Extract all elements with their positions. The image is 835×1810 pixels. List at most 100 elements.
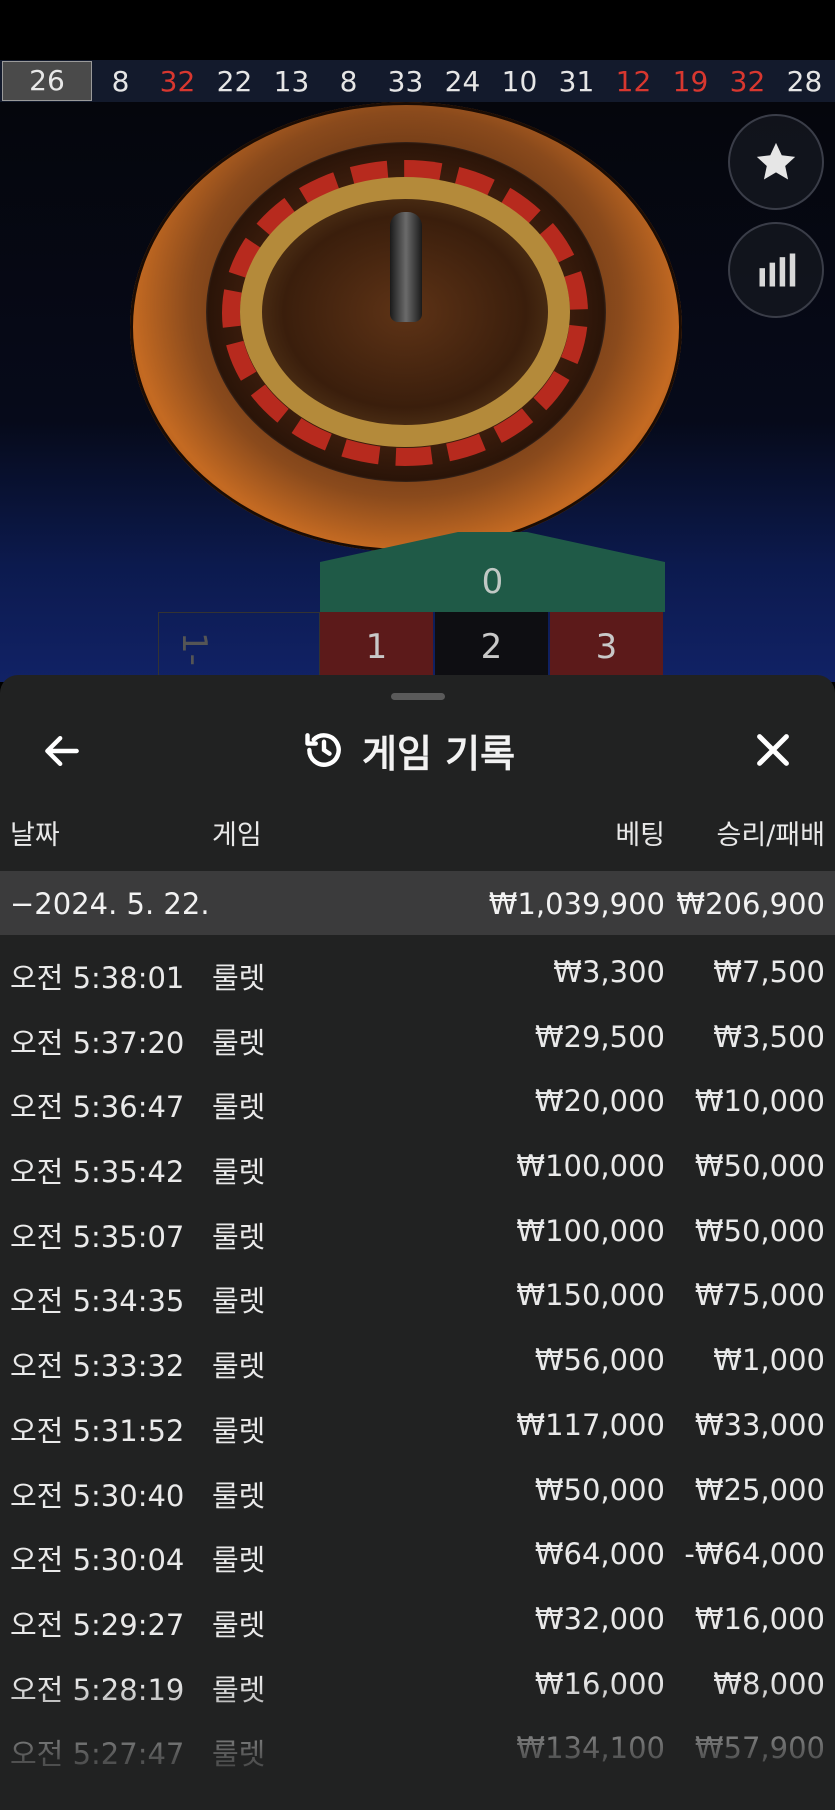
history-row[interactable]: 오전 5:35:42 룰렛 ₩100,000 ₩50,000: [0, 1129, 835, 1194]
favorite-button[interactable]: [728, 114, 824, 210]
row-result: ₩3,500: [713, 1019, 825, 1054]
history-row[interactable]: 오전 5:30:40 룰렛 ₩50,000 ₩25,000: [0, 1453, 835, 1518]
history-result: 24: [444, 64, 481, 98]
row-game: 룰렛: [212, 1284, 266, 1319]
row-result: -₩64,000: [684, 1537, 825, 1572]
top-bar: [0, 0, 835, 60]
history-row[interactable]: 오전 5:38:01 룰렛 ₩3,300 ₩7,500: [0, 935, 835, 1000]
history-row[interactable]: 오전 5:29:27 룰렛 ₩32,000 ₩16,000: [0, 1582, 835, 1647]
row-time: 오전 5:35:07: [10, 1219, 185, 1254]
history-row[interactable]: 오전 5:35:07 룰렛 ₩100,000 ₩50,000: [0, 1194, 835, 1259]
sheet-header: 게임 기록: [0, 713, 835, 787]
date-group-row[interactable]: −2024. 5. 22. ₩1,039,900 ₩206,900: [0, 871, 835, 935]
row-game: 룰렛: [212, 1219, 266, 1254]
row-result: ₩25,000: [694, 1472, 825, 1507]
row-result: ₩10,000: [694, 1084, 825, 1119]
row-result: ₩50,000: [694, 1149, 825, 1184]
row-time: 오전 5:29:27: [10, 1607, 185, 1642]
history-row[interactable]: 오전 5:27:47 룰렛 ₩134,100 ₩57,900: [0, 1711, 835, 1776]
roulette-wheel: [130, 102, 682, 552]
close-button[interactable]: [750, 727, 796, 773]
history-icon: [305, 733, 341, 767]
row-result: ₩7,500: [713, 955, 825, 989]
sheet-title: 게임 기록: [302, 723, 515, 777]
row-bet: ₩20,000: [534, 1084, 665, 1119]
close-icon: [757, 734, 789, 766]
row-bet: ₩3,300: [553, 955, 665, 989]
row-bet: ₩29,500: [534, 1019, 665, 1054]
history-result: 19: [672, 64, 709, 98]
bet-zero-label: 0: [481, 562, 504, 602]
row-game: 룰렛: [212, 1607, 266, 1642]
back-button[interactable]: [40, 729, 84, 773]
row-game: 룰렛: [212, 1349, 266, 1384]
bet-number-2[interactable]: 2: [435, 612, 548, 682]
row-bet: ₩100,000: [516, 1149, 665, 1184]
row-game: 룰렛: [212, 1672, 266, 1707]
bet-number-3[interactable]: 3: [550, 612, 663, 682]
history-result: 26: [2, 61, 92, 101]
column-header-game: 게임: [212, 820, 262, 851]
history-result: 8: [339, 64, 358, 98]
bet-number-label: 2: [480, 627, 503, 667]
sheet-title-text: 게임 기록: [362, 731, 516, 776]
row-time: 오전 5:30:40: [10, 1478, 185, 1513]
date-group-result: ₩206,900: [676, 887, 825, 921]
history-row[interactable]: 오전 5:31:52 룰렛 ₩117,000 ₩33,000: [0, 1388, 835, 1453]
history-row[interactable]: 오전 5:28:19 룰렛 ₩16,000 ₩8,000: [0, 1647, 835, 1712]
history-row[interactable]: 오전 5:37:20 룰렛 ₩29,500 ₩3,500: [0, 1000, 835, 1065]
row-bet: ₩150,000: [516, 1278, 665, 1313]
history-row[interactable]: 오전 5:36:47 룰렛 ₩20,000 ₩10,000: [0, 1064, 835, 1129]
row-time: 오전 5:36:47: [10, 1090, 185, 1125]
history-row[interactable]: 오전 5:34:35 룰렛 ₩150,000 ₩75,000: [0, 1258, 835, 1323]
history-result: 10: [501, 64, 538, 98]
star-icon: [756, 142, 796, 180]
row-result: ₩33,000: [694, 1407, 825, 1442]
row-time: 오전 5:31:52: [10, 1413, 185, 1448]
game-history-sheet: 게임 기록 날짜 게임 베팅 승리/패배 −2024. 5. 22. ₩1,03…: [0, 675, 835, 1810]
row-game: 룰렛: [212, 1543, 266, 1578]
column-header-bet: 베팅: [615, 820, 665, 851]
row-result: ₩57,900: [694, 1731, 825, 1766]
history-result: 28: [786, 64, 823, 98]
bet-number-1[interactable]: 1: [320, 612, 433, 682]
date-group-bet: ₩1,039,900: [488, 887, 665, 921]
history-row[interactable]: 오전 5:33:32 룰렛 ₩56,000 ₩1,000: [0, 1323, 835, 1388]
history-result: 33: [387, 64, 424, 98]
outside-bets[interactable]: 1-: [158, 612, 320, 682]
row-bet: ₩117,000: [516, 1407, 665, 1442]
row-game: 룰렛: [212, 1737, 266, 1772]
row-game: 룰렛: [212, 1090, 266, 1125]
bet-number-label: 1: [365, 627, 388, 667]
row-time: 오전 5:38:01: [10, 961, 185, 995]
row-game: 룰렛: [212, 1155, 266, 1190]
column-header-result: 승리/패배: [716, 820, 825, 851]
arrow-left-icon: [45, 735, 79, 767]
row-bet: ₩134,100: [516, 1731, 665, 1766]
row-time: 오전 5:28:19: [10, 1672, 185, 1707]
history-result: 8: [111, 64, 130, 98]
row-game: 룰렛: [212, 1413, 266, 1448]
date-group-label: −2024. 5. 22.: [10, 887, 210, 921]
row-result: ₩50,000: [694, 1213, 825, 1248]
row-result: ₩75,000: [694, 1278, 825, 1313]
bar-chart-icon: [759, 253, 796, 287]
statistics-button[interactable]: [728, 222, 824, 318]
result-history-strip: 26 8 32 22 13 8 33 24 10 31 12 19 32 28: [0, 60, 835, 102]
row-bet: ₩50,000: [534, 1472, 665, 1507]
history-row[interactable]: 오전 5:30:04 룰렛 ₩64,000 -₩64,000: [0, 1517, 835, 1582]
history-result: 13: [273, 64, 310, 98]
row-result: ₩8,000: [713, 1666, 825, 1701]
row-game: 룰렛: [212, 1025, 266, 1060]
row-time: 오전 5:30:04: [10, 1543, 185, 1578]
row-time: 오전 5:27:47: [10, 1737, 185, 1772]
row-game: 룰렛: [212, 961, 266, 995]
row-time: 오전 5:34:35: [10, 1284, 185, 1319]
row-time: 오전 5:35:42: [10, 1155, 185, 1190]
game-area: 0 1- 1 2 3: [0, 102, 835, 682]
bet-number-label: 3: [595, 627, 618, 667]
row-time: 오전 5:37:20: [10, 1025, 185, 1060]
drag-handle[interactable]: [391, 693, 445, 700]
history-list: 오전 5:38:01 룰렛 ₩3,300 ₩7,500 오전 5:37:20 룰렛 ₩29,…: [0, 935, 835, 1776]
row-game: 룰렛: [212, 1478, 266, 1513]
